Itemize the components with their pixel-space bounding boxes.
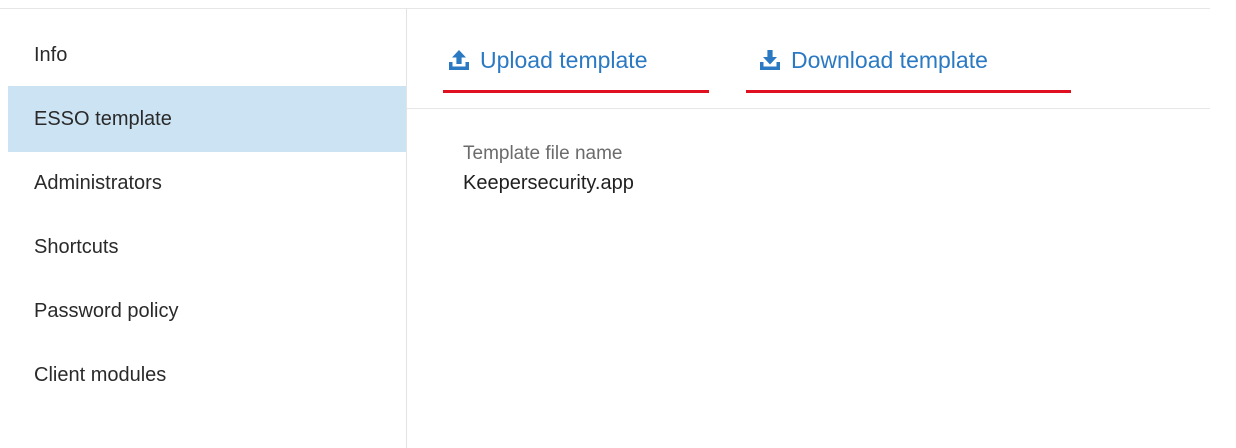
sidebar-item-client-modules[interactable]: Client modules <box>8 342 406 408</box>
download-icon <box>759 49 781 71</box>
download-highlight-underline <box>746 90 1071 93</box>
download-template-button[interactable]: Download template <box>759 47 988 85</box>
upload-template-label: Upload template <box>480 47 648 73</box>
template-details: Template file name Keepersecurity.app <box>463 142 634 196</box>
sidebar-item-password-policy[interactable]: Password policy <box>8 278 406 344</box>
sidebar-item-info[interactable]: Info <box>8 22 406 88</box>
upload-highlight-underline <box>443 90 709 93</box>
sidebar-item-shortcuts[interactable]: Shortcuts <box>8 214 406 280</box>
sidebar: Info ESSO template Administrators Shortc… <box>8 22 406 406</box>
download-template-label: Download template <box>791 47 988 73</box>
sidebar-item-administrators[interactable]: Administrators <box>8 150 406 216</box>
template-file-name-value: Keepersecurity.app <box>463 172 634 194</box>
template-file-name-label: Template file name <box>463 143 623 164</box>
upload-icon <box>448 49 470 71</box>
sidebar-item-esso-template[interactable]: ESSO template <box>8 86 406 152</box>
toolbar: Upload template Download template <box>407 9 1210 109</box>
upload-template-button[interactable]: Upload template <box>448 47 648 85</box>
